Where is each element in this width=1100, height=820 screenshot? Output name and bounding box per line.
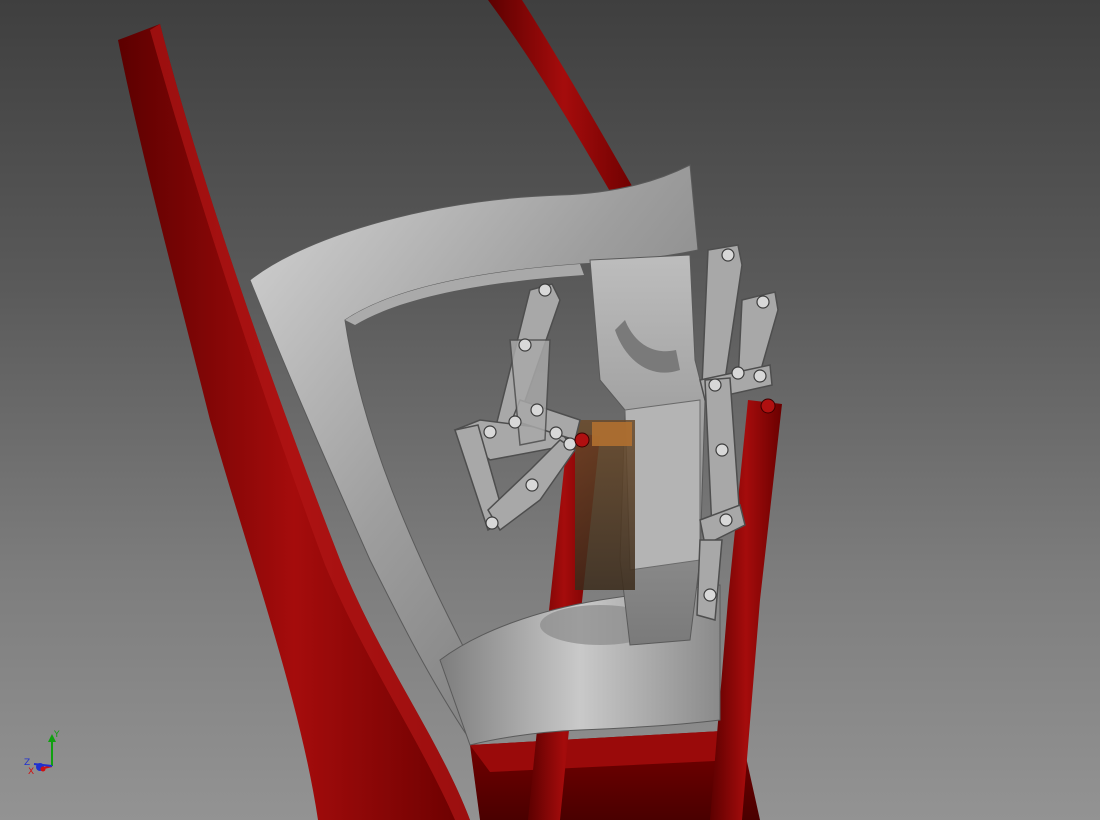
left-linkage	[453, 283, 581, 532]
red-pin-right	[760, 398, 776, 414]
model-scene[interactable]	[0, 0, 1100, 820]
x-axis-label: X	[28, 767, 34, 777]
orientation-triad: Y Z X	[18, 728, 70, 780]
red-pin-left	[574, 432, 590, 448]
central-block-face	[624, 399, 701, 571]
y-axis-label: Y	[53, 730, 60, 740]
cad-viewport[interactable]: Y Z X	[0, 0, 1100, 820]
triad-origin-red	[40, 766, 46, 772]
servo-top	[592, 422, 632, 446]
right-red-frame	[488, 0, 640, 205]
left-red-frame	[118, 24, 470, 820]
